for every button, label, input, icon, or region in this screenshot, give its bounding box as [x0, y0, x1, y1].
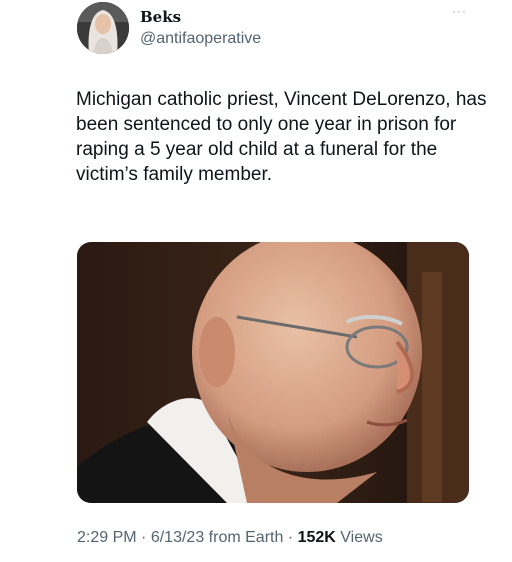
tweet-source: from Earth — [208, 529, 284, 546]
tweet-time[interactable]: 2:29 PM — [77, 529, 137, 546]
avatar-photo — [77, 2, 129, 54]
photo-of-man — [77, 242, 469, 503]
tweet-meta: 2:29 PM · 6/13/23 from Earth · 152K View… — [77, 529, 383, 547]
meta-separator: · — [287, 529, 294, 546]
tweet-date[interactable]: 6/13/23 — [151, 529, 204, 546]
author-handle[interactable]: @antifaoperative — [140, 30, 261, 48]
avatar[interactable] — [77, 2, 129, 54]
views-count[interactable]: 152K — [298, 529, 336, 546]
author-display-name[interactable]: Beks — [140, 8, 181, 26]
meta-separator: · — [141, 529, 147, 546]
tweet-text: Michigan catholic priest, Vincent DeLore… — [76, 89, 487, 185]
more-options-icon[interactable]: ··· — [452, 4, 467, 18]
views-label: Views — [340, 529, 383, 546]
tweet-media-image[interactable] — [77, 242, 469, 503]
